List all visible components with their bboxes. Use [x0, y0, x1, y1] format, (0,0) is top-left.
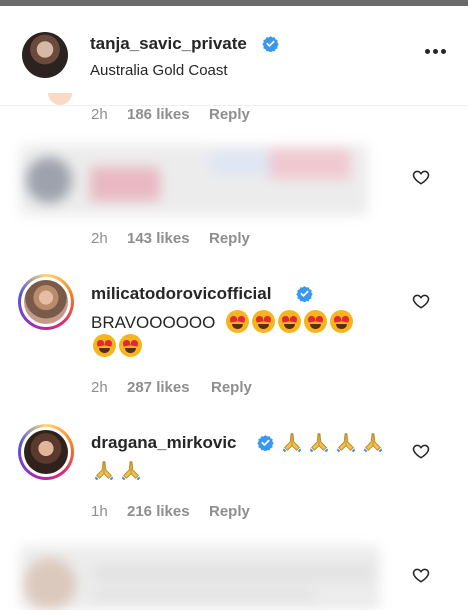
comment-emoji-line — [281, 431, 389, 454]
comment-meta: 2h 287 likes Reply — [91, 379, 291, 399]
comment-emoji-line — [93, 334, 145, 357]
more-options-icon[interactable] — [424, 48, 448, 56]
comment-likes[interactable]: 287 likes — [127, 379, 190, 396]
post-header: tanja_savic_private Australia Gold Coast — [0, 6, 468, 106]
heart-eyes-emoji-icon — [119, 334, 142, 357]
blurred-comment — [20, 542, 380, 610]
comment-time: 1h — [91, 503, 108, 520]
reply-button[interactable]: Reply — [209, 503, 250, 520]
verified-icon — [262, 36, 279, 52]
profile-username[interactable]: tanja_savic_private — [90, 34, 247, 54]
commenter-username[interactable]: dragana_mirkovic — [91, 433, 237, 453]
comment-meta: 2h 186 likes Reply — [91, 106, 291, 126]
verified-icon — [296, 286, 313, 302]
heart-eyes-emoji-icon — [252, 310, 276, 333]
comment-text: BRAVOOOOOO — [91, 313, 216, 332]
heart-eyes-emoji-icon — [330, 310, 354, 333]
comment-likes[interactable]: 143 likes — [127, 230, 190, 247]
folded-hands-emoji-icon — [335, 431, 357, 453]
heart-eyes-emoji-icon — [93, 334, 116, 357]
like-heart-icon[interactable] — [412, 442, 430, 460]
comment-text-line: BRAVOOOOOO — [91, 310, 356, 333]
comment-time: 2h — [91, 379, 108, 396]
blurred-comment — [20, 145, 368, 215]
folded-hands-emoji-icon — [120, 459, 142, 481]
comment-time: 2h — [91, 230, 108, 247]
comment-meta: 1h 216 likes Reply — [91, 503, 291, 523]
comment-likes[interactable]: 186 likes — [127, 106, 190, 123]
commenter-avatar[interactable] — [18, 424, 74, 480]
heart-eyes-emoji-icon — [278, 310, 302, 333]
heart-eyes-emoji-icon — [304, 310, 328, 333]
post-location[interactable]: Australia Gold Coast — [90, 62, 228, 79]
commenter-avatar[interactable] — [18, 274, 74, 330]
folded-hands-emoji-icon — [308, 431, 330, 453]
comment-time: 2h — [91, 106, 108, 123]
reply-button[interactable]: Reply — [209, 230, 250, 247]
profile-avatar[interactable] — [22, 32, 68, 78]
comment-likes[interactable]: 216 likes — [127, 503, 190, 520]
verified-icon — [257, 435, 274, 451]
folded-hands-emoji-icon — [93, 459, 115, 481]
folded-hands-emoji-icon — [362, 431, 384, 453]
folded-hands-emoji-icon — [281, 431, 303, 453]
reply-button[interactable]: Reply — [211, 379, 252, 396]
reply-button[interactable]: Reply — [209, 106, 250, 123]
comment-emoji-line — [93, 459, 147, 482]
like-heart-icon[interactable] — [412, 168, 430, 186]
heart-eyes-emoji-icon — [226, 310, 250, 333]
like-heart-icon[interactable] — [412, 292, 430, 310]
comment-meta: 2h 143 likes Reply — [91, 230, 291, 250]
like-heart-icon[interactable] — [412, 566, 430, 584]
commenter-username[interactable]: milicatodorovicofficial — [91, 284, 271, 304]
